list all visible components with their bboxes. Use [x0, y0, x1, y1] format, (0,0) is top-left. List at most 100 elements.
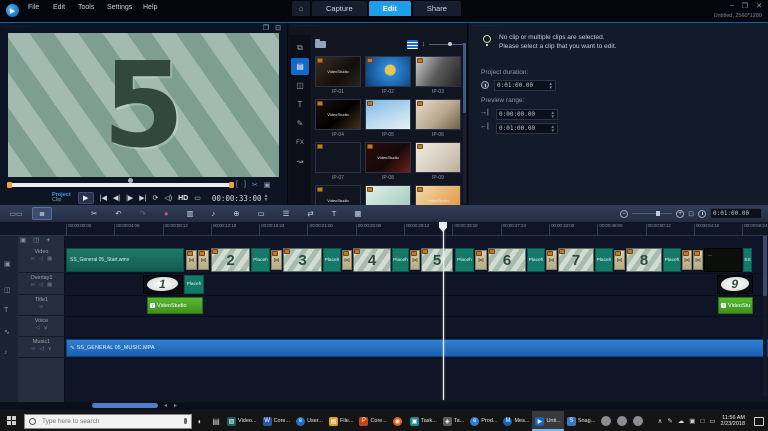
video-clip[interactable]: 2 [211, 248, 250, 272]
field-stepper[interactable]: ▲ ▼ [551, 124, 555, 133]
scroll-right-icon[interactable]: ▸ [174, 402, 177, 409]
track-header-music1[interactable]: Music1 ∞ ◁ ∨ [18, 337, 65, 358]
split-clip-button[interactable]: ✂ [252, 181, 258, 189]
timeline-content[interactable]: SS_General 05_Start.wmv ⋈ ⋈ 2 Placeh ⋈ 3… [65, 236, 768, 406]
zoom-in-icon[interactable]: + [676, 209, 685, 218]
list-view-icon[interactable] [406, 39, 418, 49]
voice-track-icon[interactable]: ∿ [4, 328, 10, 336]
mute-icon[interactable]: ◁ [39, 282, 43, 288]
taskbar-app-circle[interactable] [633, 416, 644, 426]
field-stepper[interactable]: ▲ ▼ [549, 81, 553, 90]
go-end-button[interactable]: ▶| [139, 194, 146, 202]
timecode-stepper[interactable]: ▲ ▼ [263, 194, 268, 203]
transition-library-icon[interactable]: ◫ [291, 77, 309, 94]
library-item[interactable]: VideoStudio [315, 185, 361, 205]
transition-clip[interactable]: ⋈ [693, 250, 703, 270]
library-scrollbar[interactable] [463, 43, 466, 203]
menu-tools[interactable]: Tools [78, 4, 94, 11]
video-track-icon[interactable]: ▣ [4, 260, 11, 268]
library-item[interactable]: VideoStudio [415, 185, 461, 205]
transition-clip[interactable]: ⋈ [682, 250, 692, 270]
cortana-icon[interactable]: ◐ [192, 417, 208, 426]
transition-clip[interactable]: ⋈ [614, 250, 625, 270]
video-clip[interactable]: 5 [421, 248, 453, 272]
play-button[interactable]: ▶ [77, 192, 94, 204]
action-center-icon[interactable] [754, 416, 764, 426]
transition-clip[interactable]: ⋈ [271, 250, 282, 270]
video-clip[interactable]: SS_General 05_Start.wmv [66, 248, 184, 272]
placeholder-clip[interactable]: Placeh [527, 248, 545, 272]
start-button[interactable] [7, 416, 17, 426]
library-item[interactable] [415, 142, 461, 173]
taskbar-app-circle[interactable] [601, 416, 612, 426]
mute-icon[interactable]: ◁ [39, 256, 43, 262]
taskbar-app[interactable]: e Prod... [467, 411, 500, 431]
library-item[interactable] [415, 99, 461, 130]
title-track-icon[interactable]: T [4, 307, 8, 314]
transition-clip[interactable]: ⋈ [198, 250, 209, 270]
track-header-voice[interactable]: Voice ◁ ∨ [18, 316, 65, 337]
sound-mixer-icon[interactable]: ▥ [186, 209, 193, 218]
media-library-icon[interactable]: ⧉ [291, 39, 309, 56]
library-item[interactable] [415, 56, 461, 87]
overlay-clip[interactable]: 9 [717, 275, 753, 294]
zoom-slider[interactable] [632, 211, 673, 216]
placeholder-clip[interactable]: Placeh [251, 248, 270, 272]
video-clip[interactable]: 8 [626, 248, 662, 272]
library-item[interactable] [315, 142, 361, 173]
tab-edit[interactable]: Edit [368, 1, 411, 16]
tray-expand-icon[interactable]: ∧ [658, 417, 663, 425]
title-clip[interactable]: T VideoStu [718, 297, 753, 314]
filter-library-icon[interactable]: FX [291, 134, 309, 151]
search-input[interactable] [40, 416, 160, 426]
scrub-bar[interactable] [7, 182, 234, 188]
tray-display-icon[interactable]: □ [700, 418, 704, 425]
video-clip[interactable]: 7 [558, 248, 594, 272]
track-manager-icon[interactable]: ☰ [283, 209, 290, 218]
menu-edit[interactable]: Edit [53, 4, 65, 11]
menu-settings[interactable]: Settings [107, 4, 132, 11]
go-start-button[interactable]: |◀ [100, 194, 107, 202]
scroll-left-icon[interactable]: ◂ [164, 402, 167, 409]
transition-clip[interactable]: ⋈ [475, 250, 487, 270]
mask-creator-icon[interactable]: ▦ [354, 209, 361, 218]
title-clip[interactable]: T VideoStudio [147, 297, 203, 314]
timeline-view-button[interactable]: ≣ [32, 207, 52, 220]
timeline-hscrollbar[interactable]: ◂ ▸ [0, 402, 768, 410]
hd-preview-button[interactable]: HD [178, 195, 188, 202]
storyboard-view-button[interactable]: ▭▭ [6, 207, 26, 220]
mark-in-field[interactable]: 0:00:00.00 ▲ ▼ [496, 109, 558, 120]
menu-file[interactable]: File [28, 4, 39, 11]
placeholder-clip[interactable]: Placeh [323, 248, 341, 272]
taskbar-app[interactable]: W Core... [260, 411, 294, 431]
preview-screen[interactable]: 5 [8, 33, 279, 177]
mute-icon[interactable]: ◁ [39, 346, 43, 352]
trim-start-handle[interactable] [7, 182, 12, 188]
transition-clip[interactable]: ⋈ [186, 250, 197, 270]
placeholder-clip[interactable]: Placeh [663, 248, 681, 272]
taskbar-app-videostudio[interactable]: ▶ Unti... [532, 411, 564, 431]
track-header-title1[interactable]: Title1 ∞ [18, 295, 65, 316]
subtitle-editor-icon[interactable]: ▭ [258, 209, 265, 218]
panel-handle[interactable]: ········· [292, 23, 321, 29]
fit-project-icon[interactable]: ⊡ [688, 210, 694, 218]
prev-frame-button[interactable]: ◀| [113, 194, 120, 202]
video-clip[interactable]: 3 [283, 248, 322, 272]
undo-icon[interactable]: ↶ [115, 209, 121, 218]
placeholder-clip[interactable]: Placeh [392, 248, 409, 272]
tray-keyboard-icon[interactable]: ▭ [709, 417, 715, 425]
link-icon[interactable]: ∞ [40, 304, 44, 310]
mark-out-button[interactable]: ] [244, 181, 246, 189]
field-stepper[interactable]: ▲ ▼ [551, 110, 555, 119]
trim-end-handle[interactable] [229, 182, 234, 188]
taskbar-app[interactable]: ▨ Video... [224, 411, 260, 431]
video-clip[interactable]: 4 [353, 248, 391, 272]
project-duration-field[interactable]: 0:01:00.00 ▲ ▼ [494, 80, 556, 91]
undock-preview-icon[interactable]: ⊡ [275, 24, 281, 32]
transparency-icon[interactable]: ▦ [47, 256, 52, 262]
ripple-edit-icon[interactable]: ⇄ [307, 209, 313, 218]
motion-tracking-icon[interactable]: ⊕ [233, 209, 239, 218]
record-capture-icon[interactable]: ● [164, 209, 169, 218]
store-icon[interactable]: ▤ [208, 417, 224, 426]
hscroll-thumb[interactable] [92, 403, 158, 408]
